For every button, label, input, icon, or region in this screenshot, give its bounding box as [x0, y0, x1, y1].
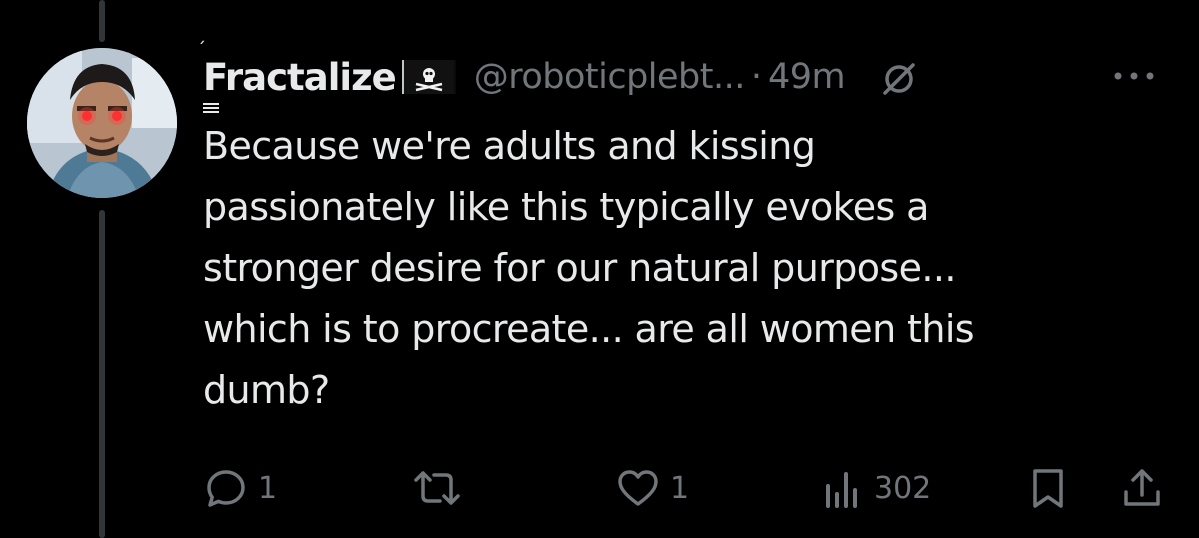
reply-icon	[207, 470, 245, 507]
reply-button[interactable]: 1	[202, 458, 277, 518]
tweet-text-line: stronger desire for our natural purpose.…	[203, 246, 956, 290]
retweet-icon	[414, 471, 460, 505]
tweet-text-line: which is to procreate... are all women t…	[203, 307, 975, 351]
retweet-button[interactable]	[410, 458, 472, 518]
display-name-text: Fractalize	[203, 55, 397, 99]
tweet-body: Because we're adults and kissing passion…	[203, 116, 1183, 421]
share-button[interactable]	[1118, 458, 1166, 518]
views-count: 302	[874, 470, 932, 506]
avatar[interactable]	[27, 48, 177, 198]
user-handle[interactable]: @roboticplebt...	[474, 57, 746, 97]
tweet-action-bar: 1 1 302	[0, 458, 1199, 518]
views-button[interactable]: 302	[822, 458, 931, 518]
bookmark-button[interactable]	[1026, 458, 1070, 518]
name-underbar-mark	[203, 102, 219, 115]
more-options-icon[interactable]	[1110, 66, 1160, 86]
reply-count: 1	[258, 470, 278, 506]
thread-connector-line-top	[99, 0, 105, 42]
tweet-text-line: passionately like this typically evokes …	[203, 185, 929, 229]
share-icon	[1124, 469, 1160, 506]
tweet-text-line: dumb?	[203, 368, 330, 412]
like-button[interactable]: 1	[614, 458, 689, 518]
tweet-header: ́ Fractalize @roboticplebt... · 49m	[203, 39, 919, 115]
like-count: 1	[670, 470, 690, 506]
views-chart-icon	[826, 472, 857, 508]
muted-conversation-icon	[879, 57, 919, 97]
heart-icon	[618, 470, 658, 506]
bookmark-icon	[1033, 469, 1063, 508]
tweet-text-line: Because we're adults and kissing	[203, 124, 816, 168]
separator-dot: ·	[750, 57, 763, 97]
display-name[interactable]: ́ Fractalize	[203, 39, 397, 115]
pirate-flag-icon	[401, 60, 456, 94]
timestamp[interactable]: 49m	[768, 57, 846, 97]
